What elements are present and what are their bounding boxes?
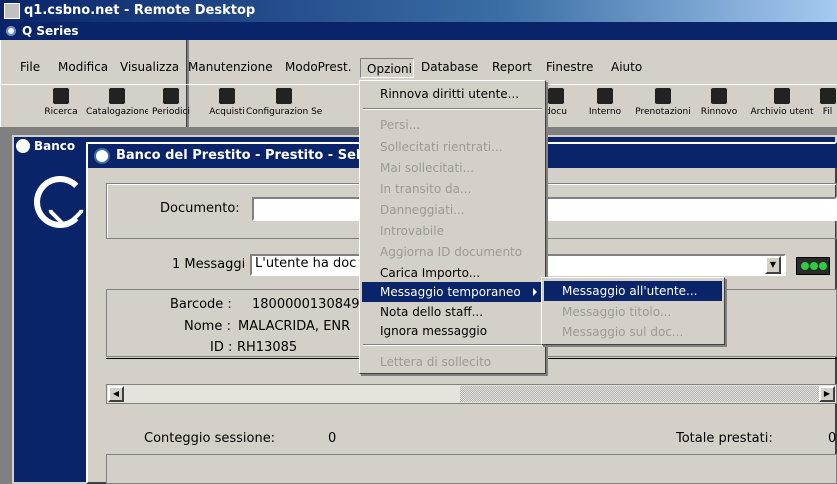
menu-opzioni[interactable]: Opzioni bbox=[360, 58, 414, 78]
menu-item-in-transito: In transito da... bbox=[380, 182, 472, 196]
menu-separator bbox=[363, 344, 542, 346]
menu-item-aggiorna-id: Aggiorna ID documento bbox=[380, 245, 523, 259]
prenotazioni-icon bbox=[655, 88, 671, 104]
ricerca-icon bbox=[53, 88, 69, 104]
menu-item-danneggiati: Danneggiati... bbox=[380, 203, 465, 217]
menu-modifica[interactable]: Modifica bbox=[58, 60, 108, 74]
menu-manutenzione[interactable]: Manutenzione bbox=[188, 60, 273, 74]
rinnovo-icon bbox=[711, 88, 727, 104]
totale-value: 0 bbox=[828, 431, 837, 446]
messaggi-label: 1 Messaggi bbox=[172, 257, 246, 272]
submenu-item-messaggio-titolo: Messaggio titolo... bbox=[562, 305, 672, 319]
submenu-item-messaggio-doc: Messaggio sul doc... bbox=[562, 325, 684, 339]
toolbar-rinnovo-button[interactable]: Rinnovo bbox=[694, 86, 744, 126]
toolbar-configurazion-button[interactable]: Configurazion Setup bbox=[246, 86, 322, 126]
fil-icon bbox=[819, 88, 836, 104]
menu-visualizza[interactable]: Visualizza bbox=[120, 60, 179, 74]
submenu-item-messaggio-utente[interactable]: Messaggio all'utente... bbox=[544, 281, 722, 301]
remote-desktop-icon bbox=[4, 3, 20, 19]
menu-item-ignora-messaggio[interactable]: Ignora messaggio bbox=[362, 321, 543, 341]
docu-icon bbox=[548, 88, 564, 104]
status-light-icon bbox=[796, 257, 830, 275]
menu-item-sollecitati-rientrati: Sollecitati rientrati... bbox=[380, 140, 503, 154]
messaggi-dropdown-button[interactable]: ▼ bbox=[765, 256, 781, 274]
menu-item-rinnova[interactable]: Rinnova diritti utente... bbox=[362, 84, 543, 104]
menu-item-messaggio-temporaneo-label: Messaggio temporaneo bbox=[380, 285, 521, 299]
id-value: RH13085 bbox=[237, 340, 298, 355]
nome-value: MALACRIDA, ENR bbox=[238, 319, 351, 334]
scroll-right-button[interactable]: ▶ bbox=[819, 386, 835, 402]
menu-modoprest[interactable]: ModoPrest. bbox=[285, 60, 352, 74]
conteggio-value: 0 bbox=[328, 431, 337, 446]
menu-item-persi: Persi... bbox=[380, 118, 421, 132]
remote-desktop-titlebar: q1.csbno.net - Remote Desktop bbox=[0, 0, 837, 22]
toolbar-prenotazioni-button[interactable]: Prenotazioni bbox=[632, 86, 694, 126]
menu-database[interactable]: Database bbox=[421, 60, 478, 74]
menu-item-messaggio-temporaneo[interactable]: Messaggio temporaneo bbox=[362, 282, 543, 302]
menu-report[interactable]: Report bbox=[492, 60, 532, 74]
toolbar-catalogazione-button[interactable]: Catalogazione bbox=[86, 86, 148, 126]
acquisti-icon bbox=[219, 88, 235, 104]
toolbar-periodici-button[interactable]: Periodici bbox=[140, 86, 202, 126]
bottom-panel bbox=[106, 454, 837, 484]
archivio-icon bbox=[774, 88, 790, 104]
scrollbar-track[interactable] bbox=[460, 386, 820, 402]
menu-separator bbox=[363, 108, 542, 110]
catalogazione-icon bbox=[109, 88, 125, 104]
menu-item-mai-sollecitati: Mai sollecitati... bbox=[380, 161, 474, 175]
lock-icon bbox=[276, 88, 292, 104]
periodici-icon bbox=[163, 88, 179, 104]
submenu-arrow-icon bbox=[533, 288, 537, 296]
barcode-label: Barcode : bbox=[170, 297, 232, 312]
menu-finestre[interactable]: Finestre bbox=[546, 60, 593, 74]
id-label: ID : bbox=[210, 340, 233, 355]
documento-label: Documento: bbox=[160, 201, 240, 216]
toolbar-interno-button[interactable]: Interno bbox=[580, 86, 630, 126]
menu-item-carica-importo[interactable]: Carica Importo... bbox=[362, 263, 543, 283]
menu-file[interactable]: File bbox=[20, 60, 40, 74]
scroll-left-button[interactable]: ◀ bbox=[108, 386, 124, 402]
toolbar-archivio-button[interactable]: Archivio utent bbox=[748, 86, 816, 126]
prestito-window-icon bbox=[94, 148, 110, 164]
toolbar-fil-button[interactable]: Fil bbox=[818, 86, 837, 126]
banco-window-icon bbox=[16, 139, 30, 153]
nome-label: Nome : bbox=[184, 319, 231, 334]
menu-item-nota-staff[interactable]: Nota dello staff... bbox=[362, 302, 543, 322]
barcode-value: 1800000130849 bbox=[252, 297, 360, 312]
interno-icon bbox=[597, 88, 613, 104]
app-titlebar: Q Series bbox=[0, 22, 837, 40]
totale-label: Totale prestati: bbox=[676, 431, 773, 446]
toolbar-ricerca-button[interactable]: Ricerca bbox=[30, 86, 92, 126]
menu-aiuto[interactable]: Aiuto bbox=[611, 60, 642, 74]
q-series-icon bbox=[4, 24, 18, 38]
menu-item-lettera-sollecito: Lettera di sollecito bbox=[380, 355, 492, 369]
conteggio-label: Conteggio sessione: bbox=[144, 431, 276, 446]
menu-item-introvabile: Introvabile bbox=[380, 224, 444, 238]
